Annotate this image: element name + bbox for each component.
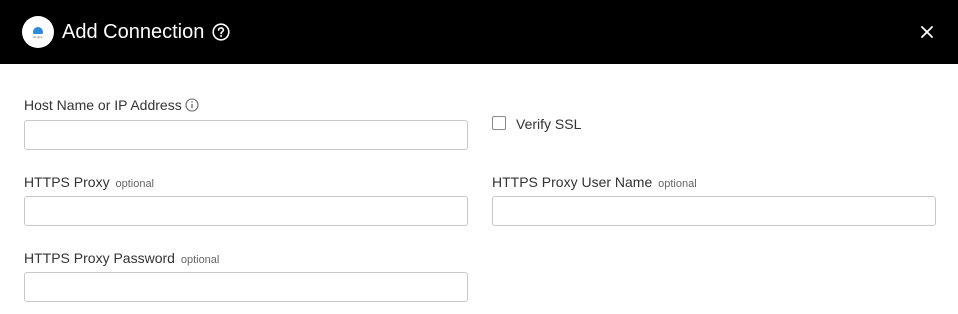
verify-ssl-label[interactable]: Verify SSL [516,115,581,133]
verify-ssl-checkbox[interactable] [492,116,506,130]
dialog-title: Add Connection [62,21,205,43]
https-proxy-password-label: HTTPS Proxy Password optional [24,249,219,269]
app-logo: Engine [22,16,54,48]
close-icon[interactable] [920,25,934,39]
https-proxy-user-label: HTTPS Proxy User Name optional [492,173,697,193]
logo-text: Engine [33,35,43,39]
optional-tag: optional [115,178,155,190]
https-proxy-label-text: HTTPS Proxy [24,174,110,190]
info-icon[interactable] [185,98,199,112]
optional-tag: optional [658,178,697,190]
https-proxy-input[interactable] [24,196,468,226]
logo-mark-icon [33,27,43,34]
https-proxy-user-label-text: HTTPS Proxy User Name [492,174,653,190]
https-proxy-user-input[interactable] [492,196,936,226]
host-label: Host Name or IP Address [24,96,199,114]
host-label-text: Host Name or IP Address [24,97,182,113]
optional-tag: optional [180,254,220,266]
host-input[interactable] [24,120,468,150]
https-proxy-password-input[interactable] [24,272,468,302]
https-proxy-password-label-text: HTTPS Proxy Password [24,250,175,266]
https-proxy-label: HTTPS Proxy optional [24,173,154,193]
dialog-header: Engine Add Connection [0,0,958,64]
question-circle-icon[interactable] [212,23,230,41]
